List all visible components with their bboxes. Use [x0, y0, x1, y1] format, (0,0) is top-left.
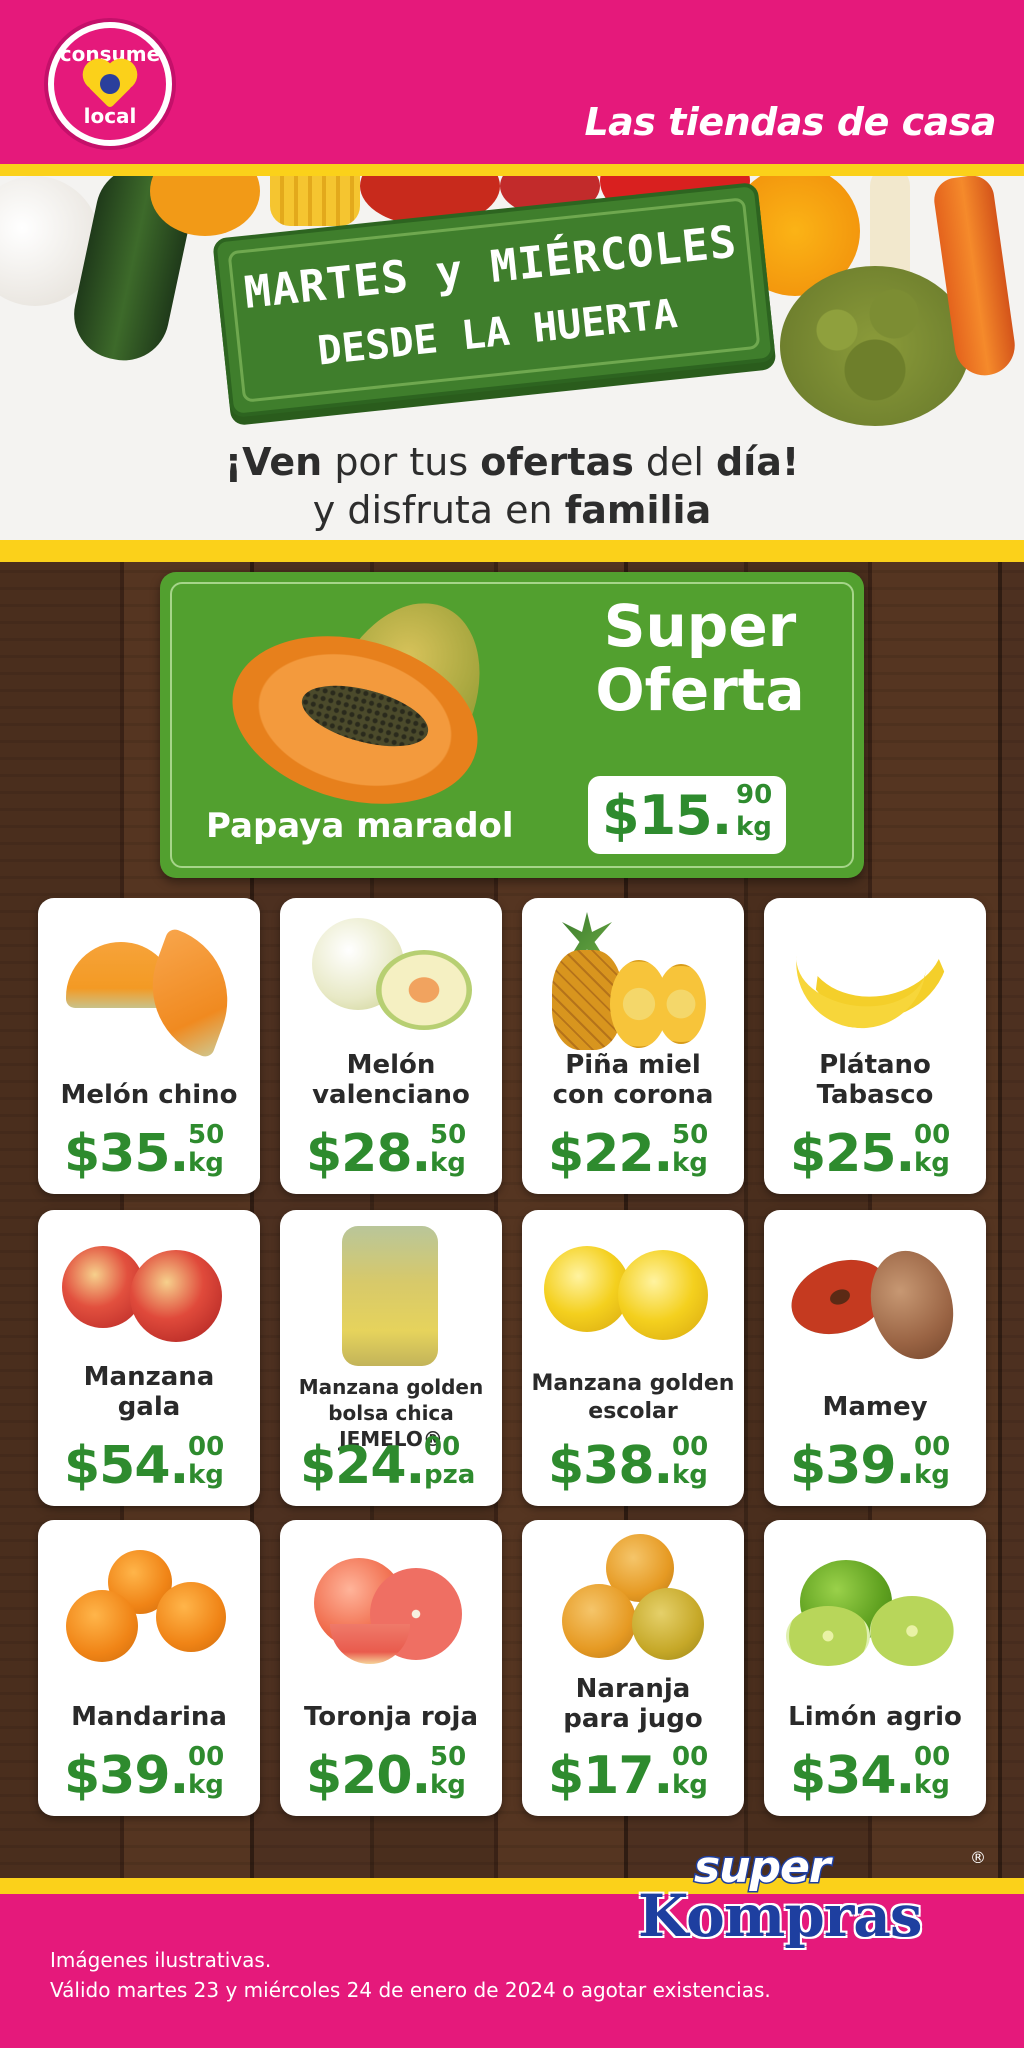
product-card-manzana-golden-bolsa[interactable]: Manzana golden bolsa chica JEMELO® $24. 0…	[280, 1210, 502, 1506]
papaya-image	[213, 578, 510, 830]
product-price: $17. 00 kg	[548, 1742, 709, 1806]
product-price: $22. 50 kg	[548, 1120, 709, 1184]
badge-bottom-text: local	[83, 104, 137, 128]
product-price: $54. 00 kg	[64, 1432, 225, 1496]
apple-bag-image	[342, 1226, 438, 1366]
product-card-melon-valenciano[interactable]: Melón valenciano $28. 50 kg	[280, 898, 502, 1194]
product-card-toronja[interactable]: Toronja roja $20. 50 kg	[280, 1520, 502, 1816]
hero-stripe	[0, 540, 1024, 562]
product-price: $38. 00 kg	[548, 1432, 709, 1496]
product-name: Limón agrio	[788, 1702, 962, 1732]
product-price: $39. 00 kg	[790, 1432, 951, 1496]
price-unit: kg	[736, 812, 772, 842]
product-price: $20. 50 kg	[306, 1742, 467, 1806]
product-card-naranja[interactable]: Naranja para jugo $17. 00 kg	[522, 1520, 744, 1816]
price-integer: $15.	[602, 784, 732, 847]
brand-kompras-text: Kompras	[638, 1882, 923, 1950]
product-name: Toronja roja	[304, 1702, 478, 1732]
product-card-mandarina[interactable]: Mandarina $39. 00 kg	[38, 1520, 260, 1816]
product-name: Melón valenciano	[312, 1050, 470, 1110]
header-bar: consume local Las tiendas de casa	[0, 0, 1024, 168]
product-price: $24. 00 pza	[300, 1432, 476, 1496]
price-decimal: 90	[736, 780, 773, 810]
promo-text: ¡Ven por tus ofertas del día! y disfruta…	[0, 438, 1024, 534]
footer-note-images: Imágenes ilustrativas.	[50, 1948, 272, 1972]
store-icon	[100, 74, 120, 94]
product-name: Manzana gala	[83, 1362, 215, 1422]
promo-line-1: ¡Ven por tus ofertas del día!	[224, 440, 800, 484]
consume-local-logo: consume local	[48, 22, 172, 146]
corn-image	[270, 176, 360, 226]
product-price: $39. 00 kg	[64, 1742, 225, 1806]
super-offer-title: Super Oferta	[595, 592, 805, 724]
product-name: Manzana golden escolar	[531, 1371, 735, 1424]
product-price: $34. 00 kg	[790, 1742, 951, 1806]
super-kompras-logo[interactable]: super Kompras ®	[634, 1841, 994, 1952]
product-card-platano[interactable]: Plátano Tabasco $25. 00 kg	[764, 898, 986, 1194]
tagline: Las tiendas de casa	[584, 100, 996, 144]
promo-line-2: y disfruta en familia	[312, 488, 712, 532]
golden-apple-image	[544, 1246, 630, 1332]
broccoli-image	[780, 266, 970, 426]
product-name: Mamey	[822, 1392, 928, 1422]
product-price: $35. 50 kg	[64, 1120, 225, 1184]
super-offer-product: Papaya maradol	[206, 806, 514, 846]
registered-mark: ®	[970, 1848, 986, 1867]
product-name: Mandarina	[71, 1702, 227, 1732]
product-name: Naranja para jugo	[563, 1674, 703, 1734]
product-name: Melón chino	[60, 1080, 238, 1110]
product-price: $25. 00 kg	[790, 1120, 951, 1184]
product-card-pina[interactable]: Piña miel con corona $22. 50 kg	[522, 898, 744, 1194]
product-card-manzana-golden-escolar[interactable]: Manzana golden escolar $38. 00 kg	[522, 1210, 744, 1506]
product-name: Piña miel con corona	[552, 1050, 714, 1110]
product-price: $28. 50 kg	[306, 1120, 467, 1184]
footer-note-validity: Válido martes 23 y miércoles 24 de enero…	[50, 1978, 771, 2002]
product-card-mamey[interactable]: Mamey $39. 00 kg	[764, 1210, 986, 1506]
product-name: Plátano Tabasco	[816, 1050, 934, 1110]
product-card-limon[interactable]: Limón agrio $34. 00 kg	[764, 1520, 986, 1816]
header-stripe	[0, 164, 1024, 176]
product-card-manzana-gala[interactable]: Manzana gala $54. 00 kg	[38, 1210, 260, 1506]
product-card-melon-chino[interactable]: Melón chino $35. 50 kg	[38, 898, 260, 1194]
super-offer-price: $15. 90 kg	[588, 776, 786, 854]
